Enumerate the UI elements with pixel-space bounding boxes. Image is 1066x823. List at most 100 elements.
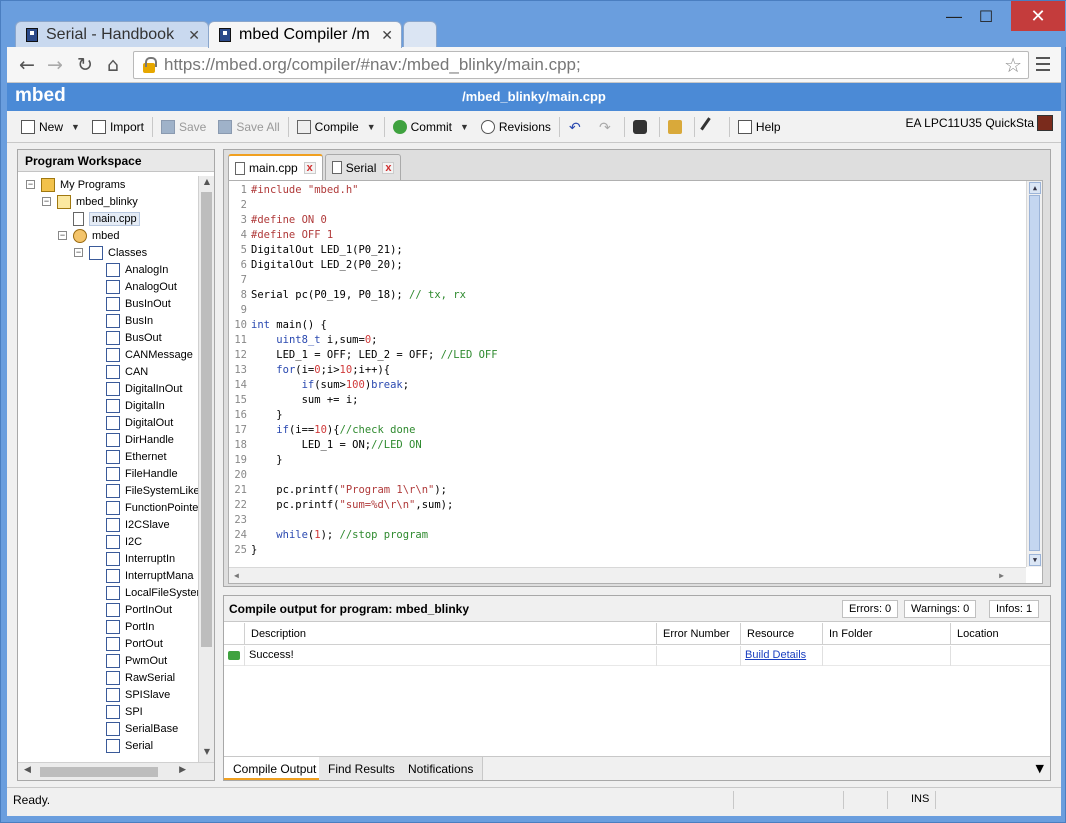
back-arrow-icon[interactable]: ← bbox=[15, 53, 39, 77]
chevron-down-icon[interactable]: ▼ bbox=[1036, 762, 1044, 775]
tree-node-class[interactable]: I2C bbox=[106, 533, 142, 550]
column-description[interactable]: Description bbox=[244, 623, 656, 645]
tree-node-class[interactable]: InterruptIn bbox=[106, 550, 175, 567]
scroll-right-icon[interactable]: ▶ bbox=[999, 571, 1004, 580]
new-tab-button[interactable] bbox=[403, 21, 437, 48]
workspace-horizontal-scrollbar[interactable]: ◀ ▶ bbox=[18, 762, 214, 780]
tree-node-class[interactable]: CAN bbox=[106, 363, 148, 380]
tree-node-my-programs[interactable]: − My Programs bbox=[26, 176, 125, 193]
column-resource[interactable]: Resource bbox=[740, 623, 822, 645]
tree-node-class[interactable]: CANMessage bbox=[106, 346, 193, 363]
table-row[interactable]: Success! Build Details bbox=[224, 646, 1050, 666]
platform-selector[interactable]: EA LPC11U35 QuickSta bbox=[905, 115, 1053, 131]
bookmark-star-icon[interactable]: ☆ bbox=[1004, 53, 1022, 78]
forward-arrow-icon[interactable]: → bbox=[43, 53, 67, 77]
scrollbar-thumb[interactable] bbox=[201, 192, 212, 647]
scroll-up-icon[interactable]: ▲ bbox=[1029, 182, 1041, 194]
new-button[interactable]: New ▼ bbox=[15, 115, 86, 139]
tree-node-class[interactable]: BusIn bbox=[106, 312, 153, 329]
tree-node-mbed-library[interactable]: − mbed bbox=[58, 227, 120, 244]
address-bar[interactable]: https://mbed.org/compiler/#nav:/mbed_bli… bbox=[133, 51, 1029, 79]
tree-node-class[interactable]: FunctionPointe bbox=[106, 499, 198, 516]
tree-node-class[interactable]: Serial bbox=[106, 737, 153, 754]
tree-node-class[interactable]: DirHandle bbox=[106, 431, 174, 448]
tree-node-class[interactable]: DigitalInOut bbox=[106, 380, 182, 397]
tree-node-class[interactable]: SPISlave bbox=[106, 686, 170, 703]
format-button[interactable] bbox=[697, 115, 727, 139]
tree-node-classes[interactable]: − Classes bbox=[74, 244, 147, 261]
tree-node-class[interactable]: BusOut bbox=[106, 329, 162, 346]
scrollbar-thumb[interactable] bbox=[1029, 195, 1040, 551]
scrollbar-thumb[interactable] bbox=[40, 767, 158, 777]
tree-node-project[interactable]: − mbed_blinky bbox=[42, 193, 138, 210]
tree-node-class[interactable]: SerialBase bbox=[106, 720, 178, 737]
maximize-button[interactable]: ☐ bbox=[963, 1, 1009, 31]
column-error-number[interactable]: Error Number bbox=[656, 623, 740, 645]
tab-serial[interactable]: Serial x bbox=[324, 154, 402, 180]
help-button[interactable]: Help bbox=[732, 115, 787, 139]
close-tab-icon[interactable]: x bbox=[382, 161, 395, 174]
print-button[interactable] bbox=[662, 115, 692, 139]
scroll-left-icon[interactable]: ◀ bbox=[24, 765, 31, 775]
reload-icon[interactable]: ↻ bbox=[73, 53, 97, 77]
tree-node-class[interactable]: DigitalOut bbox=[106, 414, 173, 431]
redo-button[interactable]: ↷ bbox=[592, 115, 622, 139]
errors-count[interactable]: Errors: 0 bbox=[842, 600, 899, 618]
browser-tab-compiler[interactable]: mbed Compiler /m ✕ bbox=[208, 21, 402, 48]
compile-button[interactable]: Compile ▼ bbox=[291, 115, 382, 139]
tree-node-class[interactable]: PwmOut bbox=[106, 652, 167, 669]
chrome-menu-icon[interactable] bbox=[1031, 53, 1055, 77]
close-tab-icon[interactable]: ✕ bbox=[381, 27, 393, 44]
scroll-up-icon[interactable]: ▲ bbox=[199, 177, 215, 191]
tree-node-class[interactable]: AnalogOut bbox=[106, 278, 177, 295]
commit-button[interactable]: Commit ▼ bbox=[387, 115, 475, 139]
scroll-down-icon[interactable]: ▼ bbox=[1029, 554, 1041, 566]
tree-node-class[interactable]: SPI bbox=[106, 703, 143, 720]
build-details-link[interactable]: Build Details bbox=[745, 649, 806, 661]
revisions-button[interactable]: Revisions bbox=[475, 115, 557, 139]
tab-find-results[interactable]: Find Results bbox=[319, 757, 405, 780]
undo-button[interactable]: ↶ bbox=[562, 115, 592, 139]
scroll-left-icon[interactable]: ◀ bbox=[234, 571, 239, 580]
tree-node-class[interactable]: DigitalIn bbox=[106, 397, 165, 414]
infos-count[interactable]: Infos: 1 bbox=[989, 600, 1040, 618]
tab-compile-output[interactable]: Compile Output bbox=[224, 757, 327, 780]
editor-vertical-scrollbar[interactable]: ▲ ▼ bbox=[1026, 181, 1042, 567]
tree-node-class[interactable]: RawSerial bbox=[106, 669, 175, 686]
tree-node-class[interactable]: FileHandle bbox=[106, 465, 178, 482]
tree-node-class[interactable]: InterruptMana bbox=[106, 567, 193, 584]
close-tab-icon[interactable]: ✕ bbox=[188, 27, 200, 44]
import-button[interactable]: Import bbox=[86, 115, 150, 139]
column-in-folder[interactable]: In Folder bbox=[822, 623, 950, 645]
collapse-icon[interactable]: − bbox=[26, 180, 35, 189]
browser-tab-handbook[interactable]: Serial - Handbook ✕ bbox=[15, 21, 209, 48]
tree-node-class[interactable]: I2CSlave bbox=[106, 516, 170, 533]
tree-node-class[interactable]: PortIn bbox=[106, 618, 154, 635]
tree-node-class[interactable]: PortInOut bbox=[106, 601, 172, 618]
tree-node-class[interactable]: LocalFileSyster bbox=[106, 584, 199, 601]
collapse-icon[interactable]: − bbox=[74, 248, 83, 257]
editor-horizontal-scrollbar[interactable]: ◀ ▶ bbox=[229, 567, 1026, 583]
collapse-icon[interactable]: − bbox=[42, 197, 51, 206]
home-icon[interactable]: ⌂ bbox=[101, 53, 125, 77]
scroll-right-icon[interactable]: ▶ bbox=[179, 765, 186, 775]
scroll-down-icon[interactable]: ▼ bbox=[199, 747, 215, 761]
workspace-vertical-scrollbar[interactable]: ▲ ▼ bbox=[198, 176, 214, 762]
tab-notifications[interactable]: Notifications bbox=[399, 757, 484, 780]
tree-node-class[interactable]: AnalogIn bbox=[106, 261, 168, 278]
save-button[interactable]: Save bbox=[155, 115, 212, 139]
save-all-button[interactable]: Save All bbox=[212, 115, 285, 139]
column-location[interactable]: Location bbox=[950, 623, 1050, 645]
tree-node-class[interactable]: PortOut bbox=[106, 635, 163, 652]
close-tab-icon[interactable]: x bbox=[303, 162, 316, 174]
code-editor[interactable]: ▲ ▼ ◀ ▶ 1 #include "mbed.h" 2 3 #define ON 0… bbox=[228, 180, 1043, 584]
close-window-button[interactable]: ✕ bbox=[1011, 1, 1065, 31]
collapse-icon[interactable]: − bbox=[58, 231, 67, 240]
tree-node-class[interactable]: FileSystemLike bbox=[106, 482, 199, 499]
find-button[interactable] bbox=[627, 115, 657, 139]
warnings-count[interactable]: Warnings: 0 bbox=[904, 600, 977, 618]
tree-node-class[interactable]: BusInOut bbox=[106, 295, 171, 312]
tree-node-main-cpp[interactable]: main.cpp bbox=[73, 210, 140, 227]
tree-node-class[interactable]: Ethernet bbox=[106, 448, 167, 465]
tab-main-cpp[interactable]: main.cpp x bbox=[228, 154, 323, 180]
